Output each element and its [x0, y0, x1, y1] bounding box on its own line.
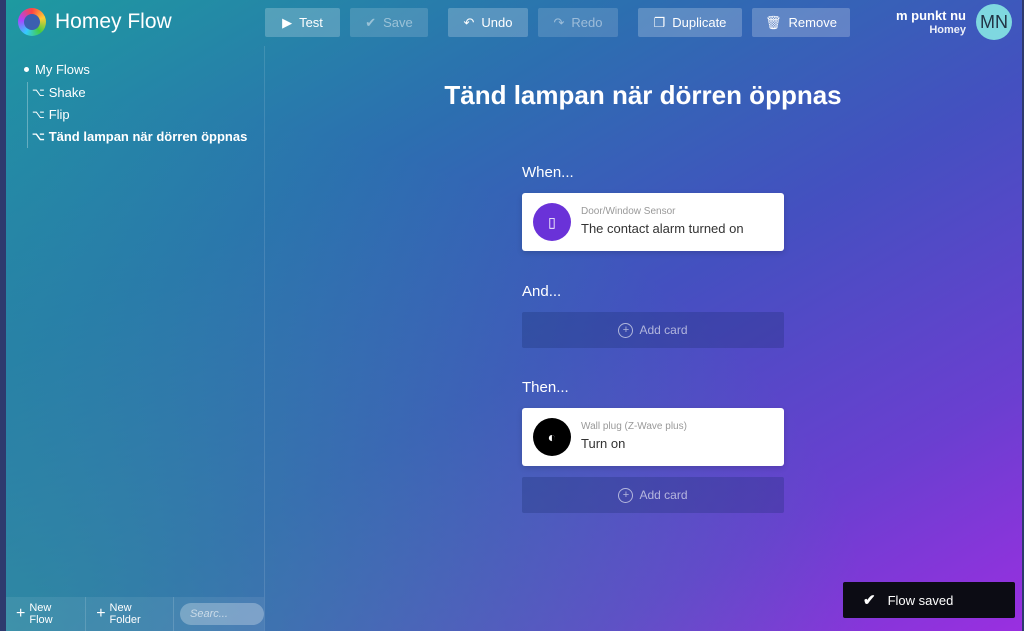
toast-message: Flow saved [887, 592, 954, 608]
search-input[interactable] [180, 603, 264, 625]
card-action: The contact alarm turned on [581, 221, 744, 236]
avatar[interactable]: MN [976, 4, 1012, 40]
save-button[interactable]: ✔ Save [350, 8, 428, 37]
flow-icon: ⌥ [32, 131, 45, 143]
duplicate-button-label: Duplicate [672, 15, 727, 30]
background-window-strip [0, 631, 1024, 637]
sidebar-root-label: My Flows [35, 62, 90, 77]
flow-icon: ⌥ [32, 87, 45, 99]
sidebar-item-tand-lampan[interactable]: ⌥ Tänd lampan när dörren öppnas [32, 126, 247, 148]
flow-list: ⌥ Shake ⌥ Flip ⌥ Tänd lampan när dörren … [27, 82, 247, 148]
new-flow-button[interactable]: + New Flow [6, 597, 87, 631]
new-folder-button[interactable]: + New Folder [86, 597, 174, 631]
toast-notification: ✔ Flow saved [843, 582, 1015, 618]
undo-button[interactable]: ↶ Undo [448, 8, 528, 37]
then-label: Then... [522, 379, 569, 396]
user-home: Homey [929, 24, 966, 36]
card-action: Turn on [581, 436, 626, 451]
play-icon: ▶ [282, 15, 293, 30]
sidebar-item-flip[interactable]: ⌥ Flip [32, 104, 247, 126]
when-card[interactable]: ▯ Door/Window Sensor The contact alarm t… [522, 193, 784, 251]
save-button-label: Save [383, 15, 413, 30]
check-icon: ✔ [365, 15, 377, 30]
card-device: Wall plug (Z-Wave plus) [581, 421, 687, 432]
remove-button[interactable]: 🗑 Remove [752, 8, 850, 37]
and-label: And... [522, 283, 562, 300]
app-title: Homey Flow [55, 10, 172, 33]
redo-button-label: Redo [571, 15, 603, 30]
plus-icon: + [16, 605, 26, 622]
test-button-label: Test [299, 15, 323, 30]
sidebar-root-my-flows[interactable]: My Flows [24, 62, 90, 77]
card-device: Door/Window Sensor [581, 206, 676, 217]
redo-button[interactable]: ↷ Redo [538, 8, 618, 37]
sidebar-item-label: Tänd lampan när dörren öppnas [48, 129, 248, 144]
flow-title[interactable]: Tänd lampan när dörren öppnas [264, 80, 1022, 111]
sidebar-footer: + New Flow + New Folder [6, 597, 264, 631]
sidebar-item-shake[interactable]: ⌥ Shake [32, 82, 247, 104]
header: Homey Flow ▶ Test ✔ Save ↶ Undo ↷ Redo ❐… [6, 0, 1022, 46]
undo-button-label: Undo [481, 15, 513, 30]
remove-button-label: Remove [788, 15, 837, 30]
wall-plug-icon: ◐ [533, 418, 571, 456]
trash-icon: 🗑 [765, 15, 782, 30]
add-card-label: Add card [639, 488, 688, 502]
redo-icon: ↷ [553, 15, 565, 30]
sidebar-item-label: Flip [48, 107, 70, 122]
app-window: Homey Flow ▶ Test ✔ Save ↶ Undo ↷ Redo ❐… [6, 0, 1022, 631]
new-flow-label: New Flow [29, 602, 53, 626]
homey-logo-icon [18, 8, 46, 36]
add-card-then-button[interactable]: + Add card [522, 477, 784, 513]
check-icon: ✔ [863, 592, 876, 609]
flow-icon: ⌥ [32, 109, 45, 121]
door-sensor-icon: ▯ [533, 203, 571, 241]
test-button[interactable]: ▶ Test [265, 8, 340, 37]
add-card-and-button[interactable]: + Add card [522, 312, 784, 348]
add-card-label: Add card [639, 323, 688, 337]
sidebar: My Flows ⌥ Shake ⌥ Flip ⌥ Tänd lampan nä… [6, 46, 265, 631]
plus-circle-icon: + [618, 487, 634, 503]
sidebar-item-label: Shake [48, 85, 86, 100]
copy-icon: ❐ [653, 15, 666, 30]
undo-icon: ↶ [463, 15, 475, 30]
plus-icon: + [96, 605, 106, 622]
user-name[interactable]: m punkt nu [896, 8, 966, 23]
when-label: When... [522, 164, 574, 181]
folder-dot-icon [24, 67, 29, 72]
plus-circle-icon: + [618, 322, 634, 338]
new-folder-label: New Folder [109, 602, 141, 626]
duplicate-button[interactable]: ❐ Duplicate [638, 8, 742, 37]
then-card[interactable]: ◐ Wall plug (Z-Wave plus) Turn on [522, 408, 784, 466]
